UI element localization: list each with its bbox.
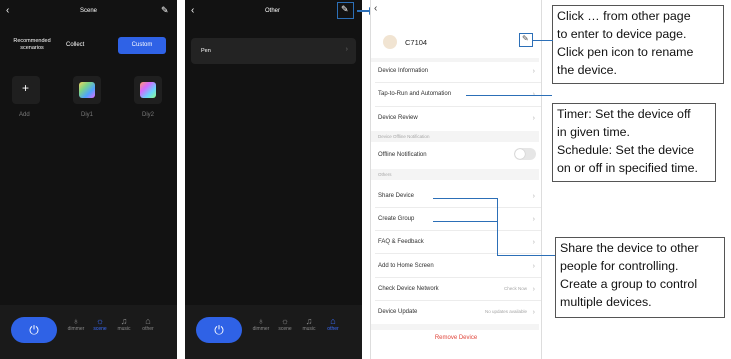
device-update-value: No updates available	[484, 309, 527, 314]
tab-recommended-scenarios[interactable]: Recommended scenarios	[6, 38, 58, 52]
other-title: Other	[265, 8, 281, 14]
scene-tile-add[interactable]: +	[12, 76, 40, 104]
remove-device-button[interactable]: Remove Device	[371, 335, 541, 341]
chevron-right-icon: ›	[532, 115, 535, 122]
back-icon[interactable]: ‹	[374, 3, 377, 14]
connector-line	[533, 40, 553, 41]
tab-scene[interactable]: ☼ scene	[275, 316, 295, 332]
gradient-color-icon	[79, 82, 95, 98]
callout-line: in given time.	[557, 125, 631, 139]
tab-custom[interactable]: Custom	[118, 37, 166, 54]
chevron-right-icon: ›	[532, 286, 535, 293]
scene-label-add: Add	[19, 112, 30, 118]
connector-line	[433, 198, 497, 199]
callout-line: Create a group to control	[560, 277, 698, 291]
chevron-right-icon: ›	[532, 68, 535, 75]
other-icon: ⌂	[145, 316, 151, 326]
callout-share-group: Share the device to other people for con…	[555, 237, 725, 318]
music-icon: ♫	[120, 316, 128, 326]
scene-title: Scene	[80, 8, 98, 14]
power-button[interactable]: ⏻	[11, 317, 57, 343]
bulb-icon: ♁	[72, 316, 80, 326]
chevron-right-icon: ›	[532, 263, 535, 270]
section-header-offline: Device Offline Notification	[371, 131, 539, 142]
callout-line: Timer: Set the device off	[557, 107, 691, 121]
other-screen: ‹ Other ✎ Pen › ⏻ ♁ dimmer ☼ scene ♫ music …	[185, 0, 362, 359]
connector-line	[433, 221, 497, 222]
scene-tile-diy2[interactable]	[134, 76, 162, 104]
callout-line: on or off in specified time.	[557, 161, 698, 175]
divider	[375, 253, 541, 254]
power-button[interactable]: ⏻	[196, 317, 242, 343]
scene-label-diy2: Diy2	[142, 112, 155, 118]
device-screen: ‹ C7104 ✎ Device Information › Tap-to-Run…	[370, 0, 542, 359]
spacer-band	[371, 58, 539, 62]
connector-line	[497, 198, 498, 255]
chevron-right-icon: ›	[532, 309, 535, 316]
tab-dimmer[interactable]: ♁ dimmer	[251, 316, 271, 332]
callout-line: the device.	[557, 63, 617, 77]
check-network-value: Check Now	[503, 286, 527, 291]
divider	[375, 300, 541, 301]
scene-icon: ☼	[95, 316, 105, 326]
chevron-right-icon: ›	[532, 193, 535, 200]
chevron-right-icon: ›	[532, 216, 535, 223]
connector-line	[497, 255, 555, 256]
callout-line: to enter to device page.	[557, 27, 687, 41]
plus-icon: +	[22, 81, 30, 95]
tab-collect[interactable]: Collect	[66, 42, 84, 48]
device-avatar	[383, 35, 397, 49]
scene-tile-diy1[interactable]	[73, 76, 101, 104]
divider	[375, 82, 541, 83]
tab-dimmer[interactable]: ♁ dimmer	[66, 316, 86, 332]
bulb-icon: ♁	[257, 316, 265, 326]
offline-toggle[interactable]	[514, 148, 536, 160]
callout-timer-schedule: Timer: Set the device off in given time.…	[552, 103, 716, 182]
back-icon[interactable]: ‹	[191, 5, 194, 16]
callout-line: Click … from other page	[557, 9, 691, 23]
callout-line: Schedule: Set the device	[557, 143, 695, 157]
edit-icon[interactable]: ✎	[161, 5, 169, 16]
divider	[375, 277, 541, 278]
divider	[375, 207, 541, 208]
toggle-knob	[515, 149, 525, 159]
connector-line	[466, 95, 552, 96]
chevron-right-icon: ›	[345, 46, 348, 53]
callout-line: people for controlling.	[560, 259, 679, 273]
pen-icon: ✎	[522, 34, 529, 43]
other-icon: ⌂	[330, 316, 336, 326]
divider	[375, 230, 541, 231]
callout-line: multiple devices.	[560, 295, 652, 309]
spacer-band	[371, 324, 539, 330]
tab-music[interactable]: ♫ music	[299, 316, 319, 332]
divider	[375, 106, 541, 107]
music-icon: ♫	[305, 316, 313, 326]
device-name: C7104	[405, 38, 428, 47]
back-icon[interactable]: ‹	[6, 5, 9, 16]
scene-label-diy1: Diy1	[81, 112, 94, 118]
gradient-color-icon	[140, 82, 156, 98]
device-list-item-pen[interactable]: Pen ›	[191, 38, 356, 64]
tab-music[interactable]: ♫ music	[114, 316, 134, 332]
callout-rename: Click … from other page to enter to devi…	[552, 5, 724, 84]
tab-other[interactable]: ⌂ other	[323, 316, 343, 332]
tab-scene[interactable]: ☼ scene	[90, 316, 110, 332]
edit-button[interactable]: ✎	[337, 2, 354, 19]
edit-icon: ✎	[341, 4, 349, 14]
device-name: Pen	[201, 48, 211, 54]
tab-other[interactable]: ⌂ other	[138, 316, 158, 332]
chevron-right-icon: ›	[532, 239, 535, 246]
rename-button[interactable]: ✎	[519, 33, 533, 47]
scene-screen: ‹ Scene ✎ Recommended scenarios Collect …	[0, 0, 177, 359]
callout-line: Click pen icon to rename	[557, 45, 694, 59]
scene-icon: ☼	[280, 316, 290, 326]
callout-line: Share the device to other	[560, 241, 699, 255]
section-header-others: Others	[371, 169, 539, 180]
